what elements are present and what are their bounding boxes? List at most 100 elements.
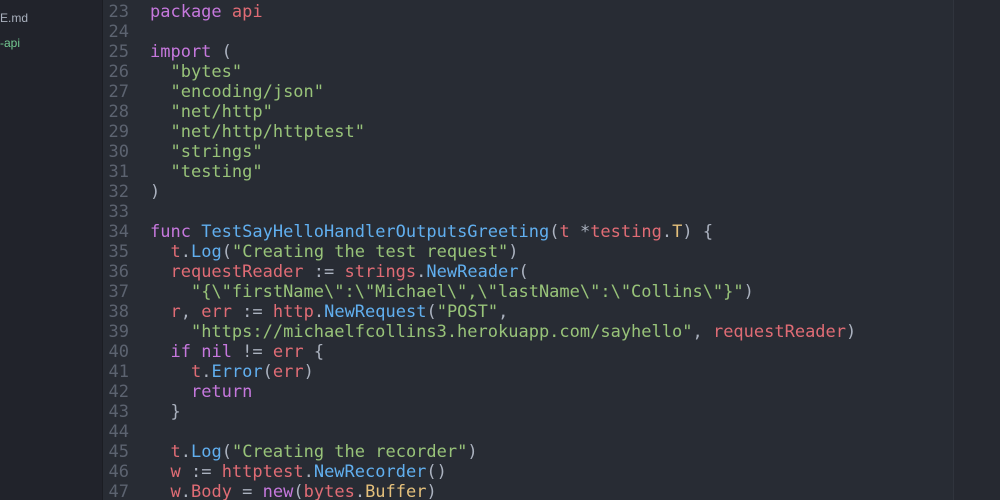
code-token: import <box>150 42 212 62</box>
code-line[interactable]: 32) <box>103 182 161 202</box>
line-code: "encoding/json" <box>150 82 324 102</box>
code-line[interactable]: 37 "{\"firstName\":\"Michael\",\"lastNam… <box>103 282 754 302</box>
code-line[interactable]: 28 "net/http" <box>103 102 273 122</box>
line-code: t.Error(err) <box>150 362 314 382</box>
code-token: ( <box>518 262 529 282</box>
code-token: r <box>170 302 181 322</box>
code-token: * <box>569 222 591 242</box>
code-token: Error <box>211 362 263 382</box>
code-token: ( <box>426 302 437 322</box>
code-token: ( <box>221 442 232 462</box>
code-token: ) <box>743 282 754 302</box>
code-line[interactable]: 47 w.Body = new(bytes.Buffer) <box>103 482 437 500</box>
code-token: requestReader <box>712 322 847 342</box>
code-token: "https://michaelfcollins3.herokuapp.com/… <box>190 322 693 342</box>
code-token: NewReader <box>426 262 519 282</box>
code-token: err <box>272 342 304 362</box>
line-code: t.Log("Creating the test request") <box>150 242 518 262</box>
code-token: ( <box>211 42 232 62</box>
code-token: nil <box>201 342 232 362</box>
code-line[interactable]: 23 package api <box>103 2 263 22</box>
code-line[interactable]: 31 "testing" <box>103 162 263 182</box>
code-token: t <box>170 242 181 262</box>
code-token: w <box>170 482 181 500</box>
code-editor[interactable]: 23 package api 24 25 import (26 "bytes" 27 "e… <box>103 0 953 500</box>
line-code: "{\"firstName\":\"Michael\",\"lastName\"… <box>150 282 754 302</box>
code-line[interactable]: 25 import ( <box>103 42 232 62</box>
line-code: ) <box>150 182 160 202</box>
file-item-api-folder[interactable]: -api <box>0 36 102 50</box>
line-code: "net/http/httptest" <box>150 122 365 142</box>
code-line[interactable]: 27 "encoding/json" <box>103 82 325 102</box>
code-line[interactable]: 38 r, err := http.NewRequest("POST", <box>103 302 509 322</box>
code-token: http <box>272 302 314 322</box>
code-token: "Creating the recorder" <box>231 442 468 462</box>
app-window: E.md -api 23 package api 24 25 import (26 "b… <box>0 0 1000 500</box>
code-line[interactable]: 29 "net/http/httptest" <box>103 122 365 142</box>
code-token: "POST" <box>436 302 499 322</box>
code-token: requestReader <box>170 262 304 282</box>
file-tree-sidebar: E.md -api <box>0 0 103 500</box>
file-item-readme[interactable]: E.md <box>0 11 102 25</box>
code-token: t <box>190 362 202 382</box>
code-token: bytes <box>303 482 355 500</box>
code-token: ( <box>262 362 273 382</box>
code-line[interactable]: 35 t.Log("Creating the test request") <box>103 242 519 262</box>
line-number: 46 <box>108 462 129 482</box>
code-token: . <box>180 242 191 262</box>
code-token: = <box>231 482 263 500</box>
code-line[interactable]: 43 } <box>103 402 181 422</box>
code-line[interactable]: 34 func TestSayHelloHandlerOutputsGreetin… <box>103 222 714 242</box>
code-line[interactable]: 39 "https://michaelfcollins3.herokuapp.c… <box>103 322 857 342</box>
code-line[interactable]: 42 return <box>103 382 253 402</box>
code-line[interactable]: 30 "strings" <box>103 142 263 162</box>
code-token: . <box>313 302 325 322</box>
line-number: 41 <box>108 362 129 382</box>
code-line[interactable]: 36 requestReader := strings.NewReader( <box>103 262 529 282</box>
code-token: w <box>170 462 181 482</box>
code-line[interactable]: 44 <box>103 422 150 442</box>
code-token: ) <box>150 182 161 202</box>
code-line[interactable]: 24 <box>103 22 150 42</box>
line-number: 30 <box>108 142 129 162</box>
line-code: import ( <box>150 42 232 62</box>
code-line[interactable]: 33 <box>103 202 150 222</box>
code-token: ( <box>549 222 560 242</box>
line-number: 28 <box>108 102 129 122</box>
line-number: 38 <box>108 302 129 322</box>
line-number: 37 <box>108 282 129 302</box>
line-number: 25 <box>108 42 129 62</box>
code-token: . <box>180 442 191 462</box>
code-token: } <box>150 402 181 422</box>
code-token: . <box>416 262 427 282</box>
line-number: 29 <box>108 122 129 142</box>
code-token: httptest <box>221 462 304 482</box>
line-code: t.Log("Creating the recorder") <box>150 442 477 462</box>
code-token: api <box>231 2 263 22</box>
line-number: 32 <box>108 182 129 202</box>
line-number: 43 <box>108 402 129 422</box>
code-line[interactable]: 26 "bytes" <box>103 62 243 82</box>
code-line[interactable]: 46 w := httptest.NewRecorder() <box>103 462 447 482</box>
code-token: { <box>303 342 325 362</box>
code-line[interactable]: 41 t.Error(err) <box>103 362 314 382</box>
code-line[interactable]: 40 if nil != err { <box>103 342 325 362</box>
line-number: 24 <box>108 22 129 42</box>
code-token: "Creating the test request" <box>231 242 509 262</box>
line-code: "bytes" <box>150 62 242 82</box>
code-line[interactable]: 45 t.Log("Creating the recorder") <box>103 442 478 462</box>
line-number: 42 <box>108 382 129 402</box>
line-code: if nil != err { <box>150 342 324 362</box>
code-token: NewRequest <box>324 302 427 322</box>
code-token: TestSayHelloHandlerOutputsGreeting <box>201 222 550 242</box>
code-token: "net/http/httptest" <box>170 122 365 142</box>
code-token: package <box>150 2 222 22</box>
line-number: 26 <box>108 62 129 82</box>
code-token: Body <box>190 482 232 500</box>
code-token: . <box>201 362 212 382</box>
